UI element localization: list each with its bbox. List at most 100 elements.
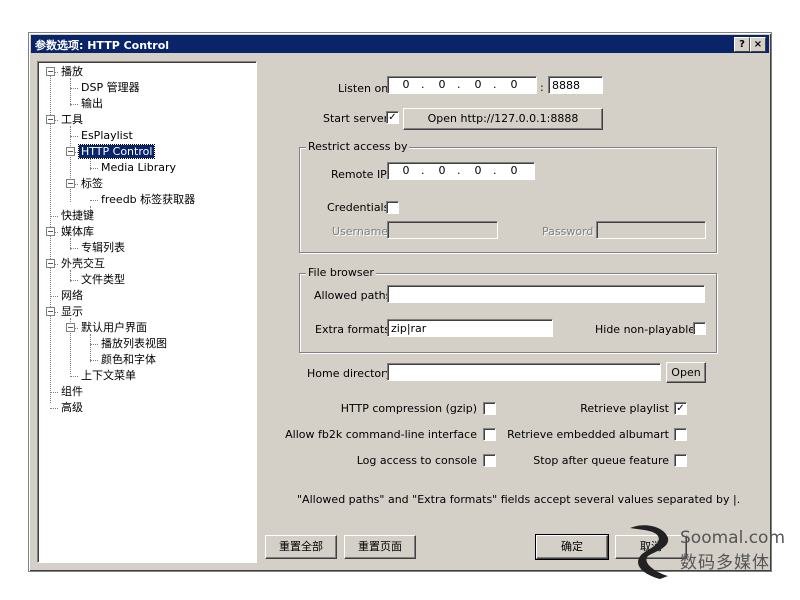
tree-node[interactable]: 播放列表视图 (90, 336, 169, 351)
tree-node[interactable]: 颜色和字体 (90, 352, 158, 367)
allow-cmdline-checkbox[interactable] (483, 428, 496, 441)
tree-node-label: 高级 (61, 401, 83, 414)
help-button[interactable]: ? (734, 37, 750, 52)
file-browser-title: File browser (306, 266, 376, 279)
allow-cmdline-label: Allow fb2k command-line interface (285, 428, 477, 441)
listen-ip-field[interactable]: 0 . 0 . 0 . 0 (387, 76, 537, 94)
tree-node-label: DSP 管理器 (81, 81, 140, 94)
tree-node-label: freedb 标签获取器 (101, 193, 196, 206)
port-field[interactable]: 8888 (548, 76, 603, 94)
reset-all-button[interactable]: 重置全部 (265, 535, 337, 559)
retrieve-playlist-checkbox[interactable]: ✓ (674, 402, 687, 415)
tree-node[interactable]: DSP 管理器 (70, 80, 142, 95)
tree-node-label: HTTP Control (77, 144, 156, 159)
tree-node-label: 默认用户界面 (81, 321, 147, 334)
password-label: Password (542, 225, 594, 238)
tree-expander-icon[interactable]: − (46, 115, 55, 124)
fields-note: "Allowed paths" and "Extra formats" fiel… (297, 493, 741, 506)
tree-node-label: 媒体库 (61, 225, 94, 238)
credentials-checkbox[interactable] (386, 201, 399, 214)
tree-node-label: 快捷键 (61, 209, 94, 222)
listen-ip-octet-1: 0 (402, 78, 410, 91)
tree-node[interactable]: − 显示 (46, 304, 85, 319)
allowed-paths-field[interactable] (387, 285, 705, 303)
soomal-logo-icon (630, 525, 669, 579)
tree-node[interactable]: − 工具 (46, 112, 85, 127)
tree-node[interactable]: − 播放 (46, 64, 85, 79)
preferences-tree[interactable]: − 播放 DSP 管理器 输出 − 工具 EsPlaylist − HTTP Control Me… (37, 61, 257, 563)
home-directory-label: Home directory (307, 367, 393, 380)
tree-node[interactable]: 文件类型 (70, 272, 127, 287)
preferences-window: 参数选项: HTTP Control ? × − 播放 DSP 管理器 输出 − 工具 Es… (28, 32, 772, 572)
stop-after-queue-label: Stop after queue feature (533, 454, 669, 467)
tree-node-label: 播放列表视图 (101, 337, 167, 350)
log-access-checkbox[interactable] (483, 454, 496, 467)
remote-ip-label: Remote IP (331, 168, 387, 181)
tree-node[interactable]: Media Library (90, 160, 178, 175)
stop-after-queue-checkbox[interactable] (674, 454, 687, 467)
allowed-paths-label: Allowed paths (314, 289, 392, 302)
http-compression-checkbox[interactable] (483, 402, 496, 415)
tree-expander-icon[interactable]: − (66, 179, 75, 188)
ok-button[interactable]: 确定 (535, 534, 609, 560)
tree-node[interactable]: − 默认用户界面 (66, 320, 149, 335)
hide-nonplayables-label: Hide non-playables (595, 323, 701, 336)
tree-node[interactable]: − 媒体库 (46, 224, 96, 239)
tree-node[interactable]: 组件 (50, 384, 85, 399)
remote-ip-octet-1: 0 (402, 164, 410, 177)
tree-expander-icon[interactable]: − (46, 67, 55, 76)
tree-node-label: 外壳交互 (61, 257, 105, 270)
remote-ip-octet-4: 0 (510, 164, 518, 177)
close-button[interactable]: × (750, 37, 766, 52)
tree-node-label: 组件 (61, 385, 83, 398)
tree-node-label: Media Library (101, 161, 176, 174)
window-title: 参数选项: HTTP Control (35, 39, 170, 52)
retrieve-playlist-label: Retrieve playlist (580, 402, 669, 415)
tree-node-label: 网络 (61, 289, 83, 302)
open-url-button[interactable]: Open http://127.0.0.1:8888 (403, 108, 603, 130)
listen-on-label: Listen on (338, 82, 389, 95)
extra-formats-label: Extra formats (315, 323, 390, 336)
home-open-button[interactable]: Open (666, 362, 706, 383)
retrieve-albumart-label: Retrieve embedded albumart (507, 428, 669, 441)
watermark-name: 数码多媒体 (680, 553, 770, 573)
tree-node-label: 上下文菜单 (81, 369, 136, 382)
tree-node[interactable]: − HTTP Control (66, 144, 156, 159)
tree-node[interactable]: 输出 (70, 96, 105, 111)
start-server-label: Start server (323, 112, 389, 125)
port-separator: : (540, 81, 544, 94)
tree-node-label: EsPlaylist (81, 129, 133, 142)
tree-node-label: 工具 (61, 113, 83, 126)
tree-node[interactable]: EsPlaylist (70, 128, 135, 143)
extra-formats-field[interactable]: zip|rar (387, 319, 553, 337)
start-server-checkbox[interactable]: ✓ (386, 111, 399, 124)
tree-node-label: 颜色和字体 (101, 353, 156, 366)
tree-expander-icon[interactable]: − (66, 147, 75, 156)
hide-nonplayables-checkbox[interactable] (693, 322, 706, 335)
tree-node[interactable]: 专辑列表 (70, 240, 127, 255)
tree-node-label: 显示 (61, 305, 83, 318)
password-field[interactable] (596, 221, 706, 239)
username-field[interactable] (387, 221, 498, 239)
remote-ip-field[interactable]: 0 . 0 . 0 . 0 (387, 162, 535, 180)
retrieve-albumart-checkbox[interactable] (674, 428, 687, 441)
tree-node[interactable]: freedb 标签获取器 (90, 192, 197, 207)
home-directory-field[interactable] (387, 363, 661, 381)
watermark-site: Soomal.com (680, 528, 786, 548)
tree-expander-icon[interactable]: − (46, 227, 55, 236)
tree-node[interactable]: 高级 (50, 400, 85, 415)
restrict-access-title: Restrict access by (306, 140, 410, 153)
tree-expander-icon[interactable]: − (46, 259, 55, 268)
tree-node[interactable]: 上下文菜单 (70, 368, 138, 383)
tree-expander-icon[interactable]: − (46, 307, 55, 316)
remote-ip-octet-3: 0 (474, 164, 482, 177)
tree-node[interactable]: 网络 (50, 288, 85, 303)
tree-expander-icon[interactable]: − (66, 323, 75, 332)
tree-node[interactable]: − 外壳交互 (46, 256, 107, 271)
username-label: Username (332, 225, 389, 238)
tree-node[interactable]: − 标签 (66, 176, 105, 191)
reset-page-button[interactable]: 重置页面 (344, 535, 416, 559)
credentials-label: Credentials (327, 201, 390, 214)
tree-node-label: 专辑列表 (81, 241, 125, 254)
tree-node[interactable]: 快捷键 (50, 208, 96, 223)
